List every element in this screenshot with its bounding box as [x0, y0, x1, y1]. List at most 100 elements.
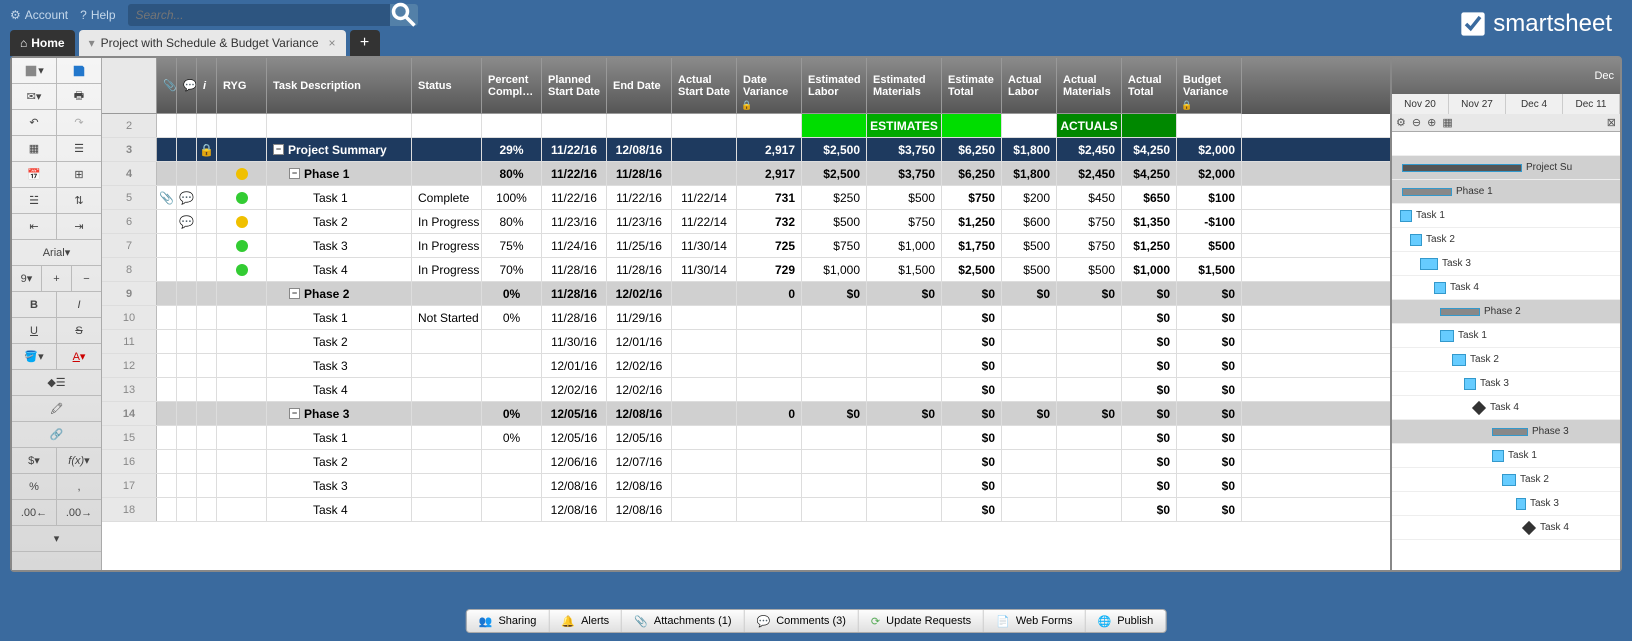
dvar-cell[interactable] — [737, 450, 802, 473]
astart-cell[interactable] — [672, 114, 737, 137]
publish-button[interactable]: 🌐Publish — [1085, 610, 1165, 632]
elab-cell[interactable] — [802, 498, 867, 521]
webforms-button[interactable]: 📄Web Forms — [984, 610, 1085, 632]
astart-cell[interactable] — [672, 282, 737, 305]
amat-cell[interactable]: $750 — [1057, 234, 1122, 257]
emat-cell[interactable]: $1,500 — [867, 258, 942, 281]
atot-cell[interactable]: $1,250 — [1122, 234, 1177, 257]
end-cell[interactable]: 12/08/16 — [607, 138, 672, 161]
comment-cell[interactable] — [177, 402, 197, 425]
amat-cell[interactable]: $450 — [1057, 186, 1122, 209]
status-cell[interactable] — [412, 138, 482, 161]
home-tab[interactable]: ⌂Home — [10, 30, 75, 56]
end-cell[interactable]: 11/25/16 — [607, 234, 672, 257]
etot-cell[interactable]: $750 — [942, 186, 1002, 209]
desc-cell[interactable]: −Phase 3 — [267, 402, 412, 425]
alab-cell[interactable]: $0 — [1002, 282, 1057, 305]
row-number[interactable]: 5 — [102, 186, 157, 209]
row-number[interactable]: 11 — [102, 330, 157, 353]
elab-cell[interactable]: $250 — [802, 186, 867, 209]
table-row[interactable]: 7Task 3In Progress75%11/24/1611/25/1611/… — [102, 234, 1390, 258]
atot-cell[interactable]: $0 — [1122, 306, 1177, 329]
pstart-cell[interactable]: 12/05/16 — [542, 426, 607, 449]
ryg-cell[interactable] — [217, 162, 267, 185]
desc-cell[interactable]: Task 2 — [267, 210, 412, 233]
astart-cell[interactable]: 11/30/14 — [672, 258, 737, 281]
bvar-cell[interactable]: $0 — [1177, 330, 1242, 353]
table-row[interactable]: 13Task 412/02/1612/02/16$0$0$0 — [102, 378, 1390, 402]
dvar-cell[interactable] — [737, 330, 802, 353]
pstart-cell[interactable]: 11/24/16 — [542, 234, 607, 257]
gantt-bar[interactable] — [1420, 258, 1438, 270]
elab-cell[interactable] — [802, 378, 867, 401]
emat-cell[interactable]: $750 — [867, 210, 942, 233]
pstart-cell[interactable]: 12/08/16 — [542, 498, 607, 521]
info-cell[interactable] — [197, 162, 217, 185]
pct-cell[interactable] — [482, 378, 542, 401]
pct-cell[interactable]: 100% — [482, 186, 542, 209]
amat-cell[interactable] — [1057, 450, 1122, 473]
gantt-bar[interactable] — [1400, 210, 1412, 222]
pstart-cell[interactable]: 11/22/16 — [542, 162, 607, 185]
table-row[interactable]: 15Task 10%12/05/1612/05/16$0$0$0 — [102, 426, 1390, 450]
table-row[interactable]: 4−Phase 180%11/22/1611/28/162,917$2,500$… — [102, 162, 1390, 186]
desc-cell[interactable]: Task 1 — [267, 186, 412, 209]
text-color-button[interactable]: A▾ — [57, 344, 101, 369]
underline-button[interactable]: U — [12, 318, 57, 343]
ryg-cell[interactable] — [217, 186, 267, 209]
astart-cell[interactable]: 11/22/14 — [672, 210, 737, 233]
search-box[interactable] — [128, 4, 418, 26]
link-button[interactable]: 🔗 — [12, 422, 101, 447]
end-cell[interactable]: 12/02/16 — [607, 282, 672, 305]
attach-cell[interactable] — [157, 138, 177, 161]
emat-cell[interactable] — [867, 450, 942, 473]
amat-cell[interactable] — [1057, 306, 1122, 329]
table-row[interactable]: 16Task 212/06/1612/07/16$0$0$0 — [102, 450, 1390, 474]
table-row[interactable]: 11Task 211/30/1612/01/16$0$0$0 — [102, 330, 1390, 354]
dvar-cell[interactable] — [737, 378, 802, 401]
pct-cell[interactable] — [482, 354, 542, 377]
status-cell[interactable]: In Progress — [412, 210, 482, 233]
ryg-cell[interactable] — [217, 402, 267, 425]
attach-cell[interactable] — [157, 330, 177, 353]
astart-cell[interactable] — [672, 474, 737, 497]
bvar-cell[interactable]: $0 — [1177, 474, 1242, 497]
dvar-cell[interactable]: 732 — [737, 210, 802, 233]
astart-cell[interactable] — [672, 354, 737, 377]
alab-cell[interactable]: $1,800 — [1002, 138, 1057, 161]
table-row[interactable]: 2ESTIMATESACTUALS — [102, 114, 1390, 138]
atot-cell[interactable]: $1,000 — [1122, 258, 1177, 281]
attach-cell[interactable]: 📎 — [157, 186, 177, 209]
col-header[interactable]: Actual Total — [1122, 58, 1177, 114]
status-cell[interactable] — [412, 378, 482, 401]
pstart-cell[interactable]: 11/22/16 — [542, 186, 607, 209]
alab-cell[interactable] — [1002, 306, 1057, 329]
desc-cell[interactable] — [267, 114, 412, 137]
pct-cell[interactable] — [482, 114, 542, 137]
pct-cell[interactable] — [482, 498, 542, 521]
print-button[interactable]: 🖶 — [57, 84, 101, 109]
italic-button[interactable]: I — [57, 292, 101, 317]
attach-cell[interactable] — [157, 498, 177, 521]
alab-cell[interactable]: $200 — [1002, 186, 1057, 209]
info-cell[interactable] — [197, 354, 217, 377]
more-button[interactable]: ▾ — [12, 526, 101, 551]
row-number[interactable]: 8 — [102, 258, 157, 281]
info-cell[interactable] — [197, 498, 217, 521]
dvar-cell[interactable]: 0 — [737, 402, 802, 425]
outdent-button[interactable]: ⇤ — [12, 214, 57, 239]
fontsize-up[interactable]: + — [42, 266, 72, 291]
attach-cell[interactable] — [157, 234, 177, 257]
attachments-button[interactable]: 📎Attachments (1) — [622, 610, 744, 632]
amat-cell[interactable]: $2,450 — [1057, 162, 1122, 185]
col-header[interactable]: 💬 — [177, 58, 197, 114]
ryg-cell[interactable] — [217, 378, 267, 401]
table-row[interactable]: 9−Phase 20%11/28/1612/02/160$0$0$0$0$0$0… — [102, 282, 1390, 306]
amat-cell[interactable] — [1057, 426, 1122, 449]
gantt-bar[interactable] — [1440, 308, 1480, 316]
emat-cell[interactable] — [867, 354, 942, 377]
emat-cell[interactable]: $0 — [867, 282, 942, 305]
gantt-bar[interactable] — [1452, 354, 1466, 366]
desc-cell[interactable]: −Phase 1 — [267, 162, 412, 185]
grid-view-button[interactable]: ▦ — [12, 136, 57, 161]
